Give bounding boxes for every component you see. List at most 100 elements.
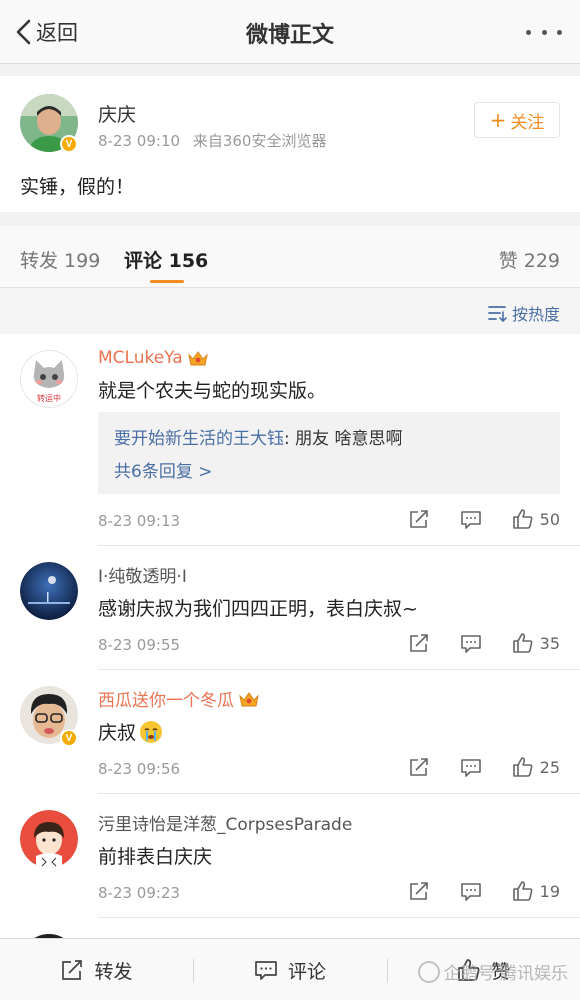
thumbs-up-icon xyxy=(458,959,480,981)
reply-comment-button[interactable] xyxy=(460,632,482,654)
verified-badge: V xyxy=(60,135,78,153)
more-dots-icon[interactable] xyxy=(526,22,562,42)
follow-label: 关注 xyxy=(510,112,545,133)
reply-text: 朋友 啥意思啊 xyxy=(295,429,403,449)
share-comment-button[interactable] xyxy=(408,632,430,654)
active-tab-indicator xyxy=(150,280,184,283)
post-author-name[interactable]: 庆庆 xyxy=(98,100,136,127)
crown-badge-icon xyxy=(239,691,259,706)
post-time: 8-23 09:10 xyxy=(98,132,181,150)
comment-item-partial xyxy=(0,918,580,938)
like-comment-button[interactable]: 25 xyxy=(512,756,560,778)
post-text: 实锤，假的！ xyxy=(20,176,135,198)
comment-text: 前排表白庆庆 xyxy=(98,846,213,868)
tab-repost[interactable]: 转发 199 xyxy=(20,246,100,273)
chevron-left-icon xyxy=(16,19,31,45)
share-icon xyxy=(409,758,428,776)
comment-item: 转运中 MCLukeYa 就是个农夫与蛇的现实版。 要开始新生活的王大钰: 朋友… xyxy=(0,334,580,546)
tab-like[interactable]: 赞 229 xyxy=(499,246,560,273)
reply-comment-button[interactable] xyxy=(460,508,482,530)
commenter-name[interactable]: I·纯敬透明·I xyxy=(98,562,187,587)
like-count: 50 xyxy=(539,509,560,529)
repost-button[interactable]: 转发 xyxy=(0,939,193,1000)
thumbs-up-icon xyxy=(512,881,533,901)
comment-text: 就是个农夫与蛇的现实版。 xyxy=(98,380,327,402)
thumbs-up-icon xyxy=(512,633,533,653)
reply-comment-button[interactable] xyxy=(460,880,482,902)
comment-actions: 19 xyxy=(408,880,560,902)
plus-icon: + xyxy=(489,108,507,132)
commenter-avatar[interactable]: 转运中 xyxy=(20,350,78,408)
back-button[interactable]: 返回 xyxy=(14,16,78,48)
comment-icon xyxy=(460,635,481,653)
reply-preview[interactable]: 要开始新生活的王大钰: 朋友 啥意思啊 共6条回复 > xyxy=(98,412,560,494)
sort-label: 按热度 xyxy=(511,305,560,324)
share-comment-button[interactable] xyxy=(408,880,430,902)
comment-time: 8-23 09:23 xyxy=(98,884,181,902)
comment-actions: 50 xyxy=(408,508,560,530)
repost-icon xyxy=(62,960,83,980)
crying-emoji-icon xyxy=(140,720,163,743)
back-label: 返回 xyxy=(36,21,78,45)
share-comment-button[interactable] xyxy=(408,508,430,530)
post-card: V 庆庆 8-23 09:10 来自360安全浏览器 + 关注 实锤，假的！ xyxy=(0,76,580,212)
sort-bar: 按热度 xyxy=(0,288,580,334)
view-all-replies-link[interactable]: 共6条回复 > xyxy=(114,457,212,482)
thumbs-up-icon xyxy=(512,509,533,529)
commenter-name[interactable]: 污里诗怡是洋葱_CorpsesParade xyxy=(98,810,352,835)
page-title: 微博正文 xyxy=(245,23,334,48)
like-label: 赞 xyxy=(490,960,510,983)
comment-actions: 25 xyxy=(408,756,560,778)
like-count: 35 xyxy=(539,633,560,653)
post-tabs: 转发 199 评论 156 赞 229 xyxy=(0,226,580,288)
comment-text: 庆叔 xyxy=(98,722,137,744)
post-source: 来自360安全浏览器 xyxy=(192,132,327,150)
sort-icon xyxy=(488,306,507,322)
commenter-avatar[interactable] xyxy=(20,810,78,868)
comment-item: V 西瓜送你一个冬瓜 庆叔 8-23 09:56 25 xyxy=(0,670,580,794)
share-icon xyxy=(409,634,428,652)
reply-comment-button[interactable] xyxy=(460,756,482,778)
commenter-name[interactable]: MCLukeYa xyxy=(98,348,209,368)
comment-text-row: 庆叔 xyxy=(98,718,163,745)
comment-label: 评论 xyxy=(287,960,326,983)
like-comment-button[interactable]: 19 xyxy=(512,880,560,902)
comment-text: 感谢庆叔为我们四四正明，表白庆叔~ xyxy=(98,598,418,620)
follow-button[interactable]: + 关注 xyxy=(474,102,560,138)
like-count: 19 xyxy=(539,881,560,901)
post-meta: 8-23 09:10 来自360安全浏览器 xyxy=(98,130,326,151)
comment-time: 8-23 09:56 xyxy=(98,760,181,778)
like-comment-button[interactable]: 35 xyxy=(512,632,560,654)
comment-actions: 35 xyxy=(408,632,560,654)
comment-button[interactable]: 评论 xyxy=(193,939,387,1000)
comment-icon xyxy=(460,511,481,529)
like-button[interactable]: 赞 xyxy=(387,939,580,1000)
weibo-post-screen: 返回 微博正文 V 庆庆 8-23 09:10 来自360安全浏览器 + 关注 实… xyxy=(0,0,580,1000)
comment-time: 8-23 09:13 xyxy=(98,512,181,530)
share-icon xyxy=(409,882,428,900)
share-comment-button[interactable] xyxy=(408,756,430,778)
comment-icon xyxy=(460,883,481,901)
reply-user[interactable]: 要开始新生活的王大钰 xyxy=(114,429,284,449)
sort-by-hot-button[interactable]: 按热度 xyxy=(487,301,560,325)
share-icon xyxy=(409,510,428,528)
like-comment-button[interactable]: 50 xyxy=(512,508,560,530)
commenter-name[interactable]: 西瓜送你一个冬瓜 xyxy=(98,686,260,711)
like-count: 25 xyxy=(539,757,560,777)
comment-icon xyxy=(255,961,277,980)
comment-item: I·纯敬透明·I 感谢庆叔为我们四四正明，表白庆叔~ 8-23 09:55 35 xyxy=(0,546,580,670)
comment-icon xyxy=(460,759,481,777)
thumbs-up-icon xyxy=(512,757,533,777)
verified-badge: V xyxy=(60,729,78,747)
top-nav-bar: 返回 微博正文 xyxy=(0,0,580,64)
comment-time: 8-23 09:55 xyxy=(98,636,181,654)
reply-line: 要开始新生活的王大钰: 朋友 啥意思啊 xyxy=(114,429,403,449)
bottom-action-bar: 转发 评论 赞 企鹅号 腾讯娱乐 xyxy=(0,938,580,1000)
svg-text:转运中: 转运中 xyxy=(37,393,61,403)
repost-label: 转发 xyxy=(94,960,133,983)
commenter-avatar[interactable] xyxy=(20,562,78,620)
tab-comment[interactable]: 评论 156 xyxy=(124,246,208,273)
comment-item: 污里诗怡是洋葱_CorpsesParade 前排表白庆庆 8-23 09:23 … xyxy=(0,794,580,918)
crown-badge-icon xyxy=(187,351,208,366)
comment-list: 转运中 MCLukeYa 就是个农夫与蛇的现实版。 要开始新生活的王大钰: 朋友… xyxy=(0,334,580,938)
